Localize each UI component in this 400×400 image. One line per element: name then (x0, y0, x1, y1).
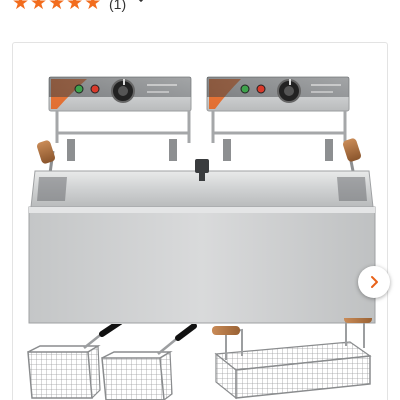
star-icon: ★ (48, 0, 66, 14)
left-control-head (48, 76, 192, 112)
star-icon: ★ (84, 0, 102, 14)
star-icon: ★ (12, 0, 30, 14)
star-icon: ★ (66, 0, 84, 14)
chevron-right-icon (371, 276, 378, 288)
star-rating: ★ ★ ★ ★ ★ (12, 0, 101, 13)
next-image-button[interactable] (358, 266, 390, 298)
star-icon: ★ (30, 0, 48, 14)
right-control-head (206, 76, 350, 112)
thumbnail-square-baskets[interactable] (26, 324, 204, 400)
main-product-image[interactable] (27, 71, 377, 325)
chevron-down-icon[interactable] (133, 0, 149, 7)
review-count-link[interactable]: (1) (109, 0, 126, 12)
rating-row: ★ ★ ★ ★ ★ (1) (0, 0, 400, 13)
thumbnail-long-basket[interactable] (212, 318, 376, 400)
thumbnail-strip (26, 318, 378, 400)
